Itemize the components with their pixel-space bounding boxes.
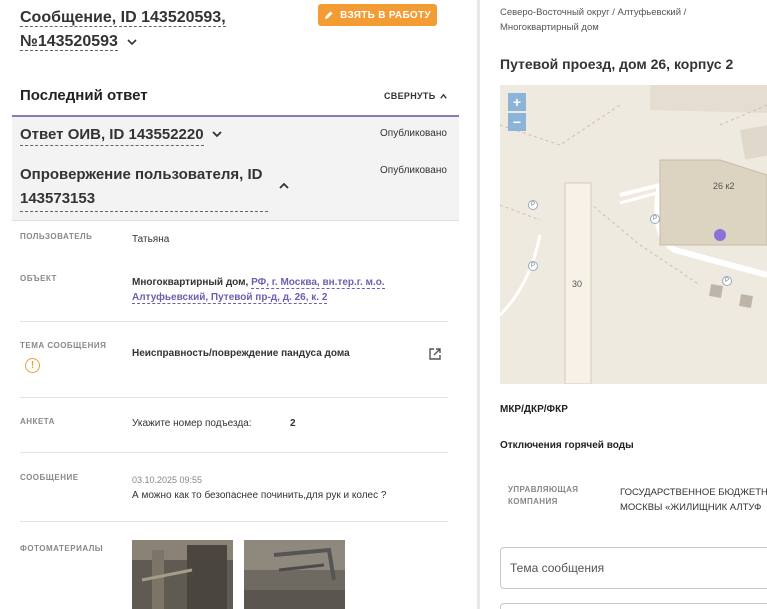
divider xyxy=(20,521,448,522)
object-type: Многоквартирный дом, xyxy=(132,277,249,288)
building-label: 26 к2 xyxy=(713,181,735,191)
object-address-line1[interactable]: РФ, г. Москва, вн.тер.г. м.о. xyxy=(251,277,385,289)
message-text: А можно как то безопаснее починить,для р… xyxy=(132,490,387,501)
chevron-up-icon xyxy=(440,93,448,99)
topic-label: ТЕМА СООБЩЕНИЯ xyxy=(20,341,107,350)
breadcrumb-line2[interactable]: Многоквартирный дом xyxy=(500,22,599,33)
photos-label: ФОТОМАТЕРИАЛЫ xyxy=(20,544,104,553)
survey-question: Укажите номер подъезда: xyxy=(132,418,252,429)
parking-icon: P xyxy=(650,214,660,224)
divider xyxy=(20,397,448,398)
take-to-work-button[interactable]: ВЗЯТЬ В РАБОТУ xyxy=(318,4,437,26)
photo-thumbnail[interactable] xyxy=(244,540,345,609)
chevron-up-icon[interactable] xyxy=(278,180,290,192)
last-answer-heading: Последний ответ xyxy=(20,87,148,104)
next-input-field[interactable] xyxy=(500,603,767,609)
zoom-in-button[interactable]: + xyxy=(508,93,526,111)
breadcrumb: Северо-Восточный округ / Алтуфьевский / … xyxy=(500,5,760,35)
map-canvas xyxy=(500,85,767,384)
management-company-value: ГОСУДАРСТВЕННОЕ БЮДЖЕТН МОСКВЫ «ЖИЛИЩНИК… xyxy=(620,485,767,515)
message-title-line2: №143520593 xyxy=(20,33,118,51)
collapse-button[interactable]: СВЕРНУТЬ xyxy=(384,91,448,101)
zoom-out-button[interactable]: − xyxy=(508,113,526,131)
user-label: ПОЛЬЗОВАТЕЛЬ xyxy=(20,232,93,241)
management-company-value-line2: МОСКВЫ «ЖИЛИЩНИК АЛТУФ xyxy=(620,502,762,513)
object-value: Многоквартирный дом, РФ, г. Москва, вн.т… xyxy=(132,275,432,305)
external-link-icon[interactable] xyxy=(428,347,442,361)
message-title[interactable]: Сообщение, ID 143520593, №143520593 xyxy=(20,6,310,54)
pencil-icon xyxy=(325,11,333,19)
user-refutation-status: Опубликовано xyxy=(380,165,447,176)
chevron-down-icon[interactable] xyxy=(211,128,223,140)
breadcrumb-line1[interactable]: Северо-Восточный округ / Алтуфьевский / xyxy=(500,7,686,18)
management-company-label: УПРАВЛЯЮЩАЯ КОМПАНИЯ xyxy=(508,484,578,508)
user-refutation-title[interactable]: Опровержение пользователя, ID 143573153 xyxy=(20,163,268,212)
message-label: СООБЩЕНИЕ xyxy=(20,473,79,482)
map[interactable]: + − 26 к2 30 P P P P xyxy=(500,85,767,384)
parking-icon: P xyxy=(722,276,732,286)
hot-water-section: Отключения горячей воды xyxy=(500,440,634,451)
management-company-label-line2: КОМПАНИЯ xyxy=(508,497,558,506)
survey-label: АНКЕТА xyxy=(20,417,55,426)
management-company-value-line1: ГОСУДАРСТВЕННОЕ БЮДЖЕТН xyxy=(620,487,767,498)
mkr-section: МКР/ДКР/ФКР xyxy=(500,404,568,415)
collapse-label: СВЕРНУТЬ xyxy=(384,91,436,101)
message-topic-input[interactable]: Тема сообщения xyxy=(500,547,767,589)
divider xyxy=(20,452,448,453)
message-date: 03.10.2025 09:55 xyxy=(132,475,203,485)
object-address: Путевой проезд, дом 26, корпус 2 xyxy=(500,56,734,72)
user-value: Татьяна xyxy=(132,234,170,245)
object-address-line2[interactable]: Алтуфьевский, Путевой пр-д, д. 26, к. 2 xyxy=(132,292,328,304)
photo-thumbnail[interactable] xyxy=(132,540,233,609)
chevron-down-icon[interactable] xyxy=(126,36,138,48)
divider xyxy=(20,321,448,322)
parking-icon: P xyxy=(528,200,538,210)
object-panel: Северо-Восточный округ / Алтуфьевский / … xyxy=(480,0,767,609)
message-title-line1: Сообщение, ID 143520593, xyxy=(20,9,226,27)
road-label: 30 xyxy=(572,279,583,289)
answer-oiv-status: Опубликовано xyxy=(380,128,447,139)
parking-icon: P xyxy=(528,261,538,271)
message-panel: Сообщение, ID 143520593, №143520593 ВЗЯТ… xyxy=(0,0,459,609)
management-company-label-line1: УПРАВЛЯЮЩАЯ xyxy=(508,485,579,494)
object-label: ОБЪЕКТ xyxy=(20,274,57,283)
survey-answer: 2 xyxy=(290,418,296,429)
warning-icon: ! xyxy=(25,358,40,373)
topic-value: Неисправность/повреждение пандуса дома xyxy=(132,348,350,359)
answer-oiv-title[interactable]: Ответ ОИВ, ID 143552220 xyxy=(20,125,204,146)
take-to-work-label: ВЗЯТЬ В РАБОТУ xyxy=(340,9,431,21)
